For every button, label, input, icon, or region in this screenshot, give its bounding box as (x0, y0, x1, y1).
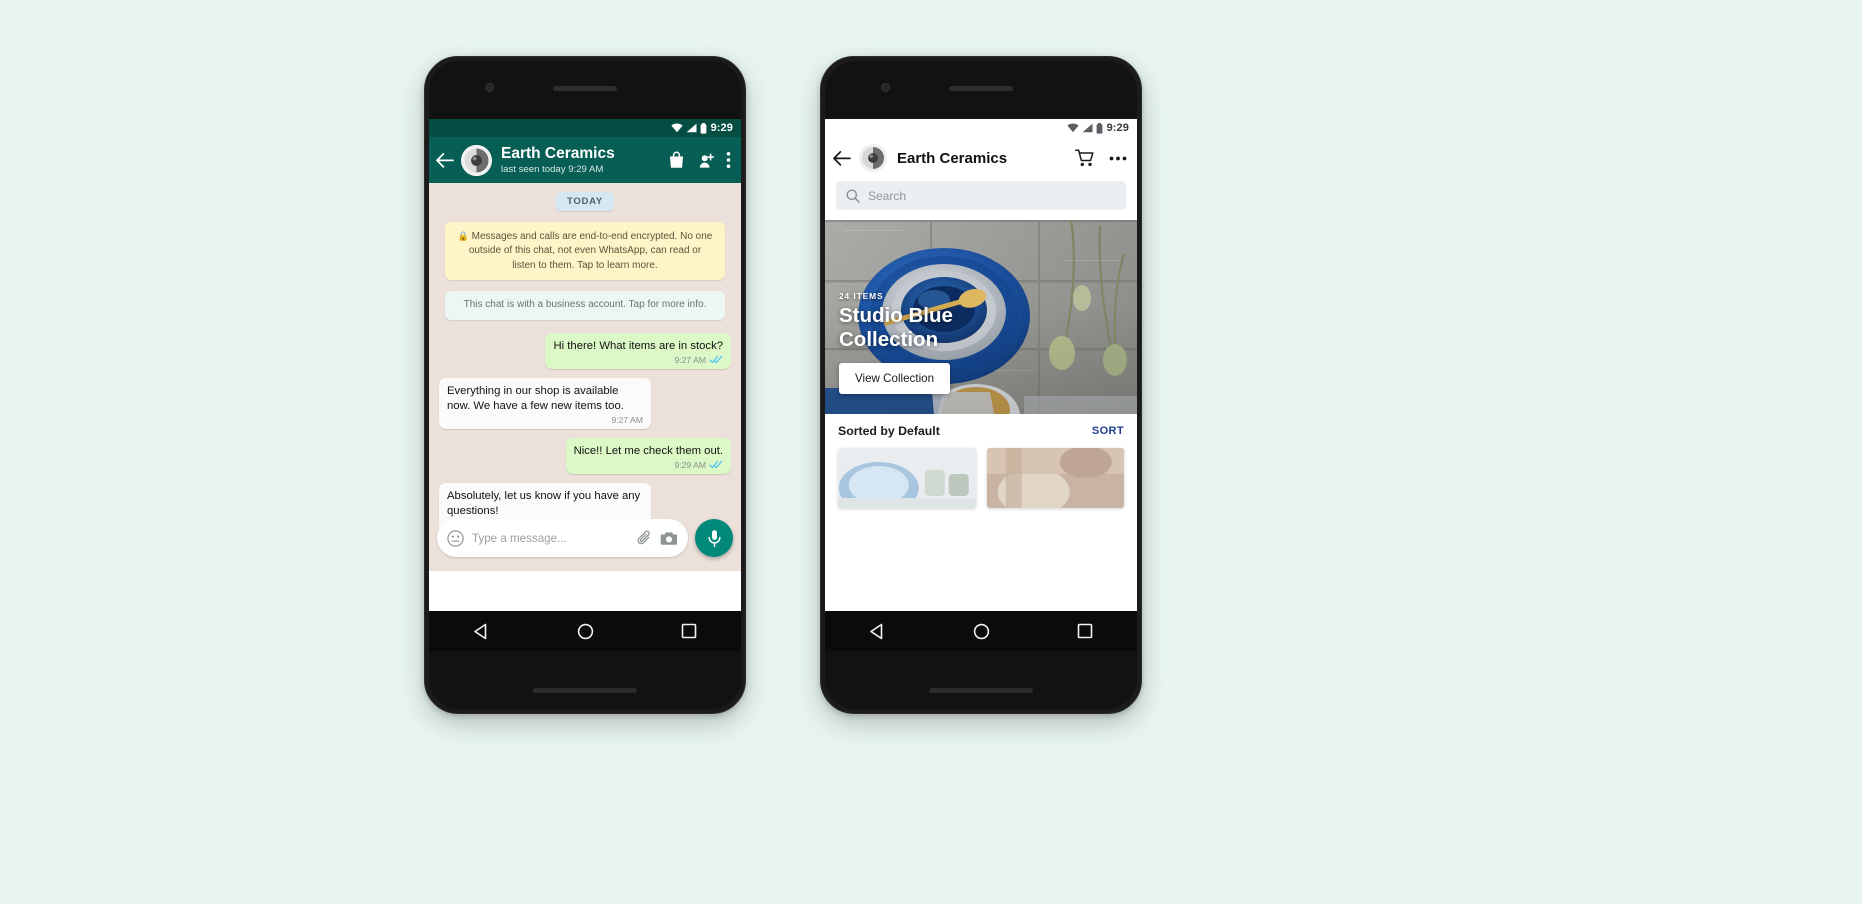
collection-hero-banner[interactable]: 24 ITEMS Studio Blue Collection View Col… (825, 220, 1137, 414)
product-image-2 (986, 448, 1124, 508)
catalog-header: Earth Ceramics (825, 137, 1137, 179)
hero-title-line-1: Studio Blue (839, 304, 953, 327)
read-receipt-icon (709, 355, 723, 364)
back-arrow-icon[interactable] (435, 152, 455, 168)
encryption-notice[interactable]: 🔒 Messages and calls are end-to-end encr… (445, 222, 725, 281)
earpiece-speaker (949, 86, 1013, 91)
sort-button[interactable]: SORT (1092, 425, 1124, 437)
status-icons (670, 122, 707, 134)
chat-status-bar: 9:29 (429, 119, 741, 137)
business-account-notice[interactable]: This chat is with a business account. Ta… (445, 291, 725, 320)
message-text: Nice!! Let me check them out. (573, 444, 723, 457)
message-meta: 9:27 AM (553, 355, 723, 365)
catalog-status-bar: 9:29 (825, 119, 1137, 137)
status-time: 9:29 (1106, 122, 1129, 134)
chat-screen: 9:29 Earth Ceramics last seen today 9:29… (429, 119, 741, 611)
nav-back-triangle[interactable] (869, 623, 886, 640)
sort-bar: Sorted by Default SORT (825, 414, 1137, 448)
day-divider: TODAY (555, 192, 615, 211)
screenshot-canvas: 9:29 Earth Ceramics last seen today 9:29… (0, 0, 1862, 904)
nav-recents-square[interactable] (681, 623, 697, 639)
emoji-icon[interactable] (447, 529, 464, 547)
bottom-speaker-bar (533, 688, 637, 693)
cart-icon[interactable] (1075, 149, 1095, 167)
page-title: Earth Ceramics (501, 144, 615, 162)
message-meta: 9:27 AM (447, 415, 643, 425)
product-card-1[interactable] (838, 448, 976, 508)
product-grid (825, 448, 1137, 508)
business-notice-text: This chat is with a business account. Ta… (463, 299, 707, 311)
nav-back-triangle[interactable] (473, 623, 490, 640)
front-camera-icon (485, 83, 494, 92)
wifi-icon (1066, 123, 1079, 133)
front-camera-icon (881, 83, 890, 92)
product-card-2[interactable] (986, 448, 1124, 508)
search-section: Search (825, 179, 1137, 220)
message-text: Everything in our shop is available now.… (447, 384, 624, 412)
message-bubble-outgoing[interactable]: Nice!! Let me check them out. 9:29 AM (565, 437, 731, 474)
message-bubble-outgoing[interactable]: Hi there! What items are in stock? 9:27 … (545, 332, 731, 369)
read-receipt-icon (709, 460, 723, 469)
message-row: Nice!! Let me check them out. 9:29 AM (439, 437, 731, 474)
back-arrow-icon[interactable] (833, 150, 851, 166)
hero-collection-title: Studio Blue Collection (839, 304, 953, 352)
battery-icon (1096, 122, 1103, 134)
message-time: 9:29 AM (674, 459, 706, 470)
add-person-icon[interactable] (696, 152, 715, 169)
avatar[interactable] (461, 144, 492, 176)
contact-status: last seen today 9:29 AM (501, 163, 604, 175)
hero-text-block: 24 ITEMS Studio Blue Collection (839, 291, 953, 352)
message-bubble-incoming[interactable]: Everything in our shop is available now.… (439, 377, 651, 429)
paperclip-icon[interactable] (637, 530, 652, 546)
search-input[interactable]: Search (836, 181, 1126, 210)
nav-home-circle[interactable] (973, 623, 990, 640)
message-meta: 9:29 AM (574, 460, 723, 470)
product-image-1 (838, 448, 976, 508)
chat-android-nav-bar (429, 611, 741, 651)
signal-icon (686, 123, 697, 133)
chat-contact-info[interactable]: Earth Ceramics last seen today 9:29 AM (498, 145, 662, 176)
catalog-android-nav-bar (825, 611, 1137, 651)
search-icon (846, 189, 860, 203)
nav-home-circle[interactable] (577, 623, 594, 640)
wifi-icon (670, 123, 683, 133)
message-composer: Type a message... (429, 515, 741, 571)
battery-icon (700, 122, 707, 134)
status-time: 9:29 (710, 122, 733, 134)
signal-icon (1082, 123, 1093, 133)
message-row: Hi there! What items are in stock? 9:27 … (439, 332, 731, 369)
overflow-menu-icon[interactable] (1109, 156, 1127, 161)
chat-phone-device: 9:29 Earth Ceramics last seen today 9:29… (424, 56, 746, 714)
message-input-pill[interactable]: Type a message... (437, 519, 688, 557)
status-icons (1066, 122, 1103, 134)
catalog-phone-device: 9:29 Earth Ceramics Search 24 ITEMS Stud… (820, 56, 1142, 714)
search-placeholder[interactable]: Search (868, 189, 906, 203)
overflow-menu-icon[interactable] (726, 151, 731, 169)
camera-icon[interactable] (660, 531, 678, 546)
sort-label: Sorted by Default (838, 424, 940, 438)
encryption-notice-text: Messages and calls are end-to-end encryp… (468, 231, 713, 271)
bottom-speaker-bar (929, 688, 1033, 693)
day-divider-row: TODAY (439, 192, 731, 211)
earpiece-speaker (553, 86, 617, 91)
hero-item-count: 24 ITEMS (839, 291, 884, 301)
microphone-button[interactable] (695, 519, 733, 557)
page-title: Earth Ceramics (897, 149, 1008, 167)
view-collection-button[interactable]: View Collection (839, 363, 951, 394)
message-time: 9:27 AM (611, 414, 643, 425)
message-input-placeholder[interactable]: Type a message... (472, 532, 629, 545)
message-text: Hi there! What items are in stock? (553, 339, 723, 352)
message-time: 9:27 AM (674, 354, 706, 365)
chat-header-actions (668, 151, 733, 169)
nav-recents-square[interactable] (1077, 623, 1093, 639)
hero-title-line-2: Collection (839, 328, 939, 351)
shop-bag-icon[interactable] (668, 151, 685, 169)
chat-message-list[interactable]: TODAY 🔒 Messages and calls are end-to-en… (429, 183, 741, 571)
catalog-header-actions (1075, 149, 1127, 167)
chat-header: Earth Ceramics last seen today 9:29 AM (429, 137, 741, 183)
lock-icon: 🔒 (457, 231, 469, 241)
message-row: Everything in our shop is available now.… (439, 377, 731, 429)
avatar[interactable] (859, 144, 887, 172)
catalog-screen: 9:29 Earth Ceramics Search 24 ITEMS Stud… (825, 119, 1137, 611)
